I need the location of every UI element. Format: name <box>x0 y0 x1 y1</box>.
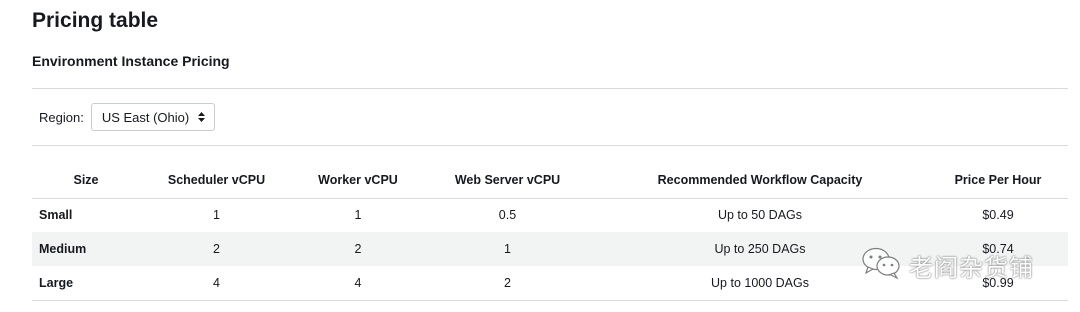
web-server-vcpu-cell: 0.5 <box>498 208 517 223</box>
worker-vcpu-cell: 1 <box>354 208 362 223</box>
worker-vcpu-cell: 2 <box>293 232 423 266</box>
page-title: Pricing table <box>32 9 159 32</box>
scheduler-vcpu-cell: 4 <box>140 266 293 301</box>
column-header-workflow-capacity: Recommended Workflow Capacity <box>592 162 928 199</box>
web-server-vcpu-cell: 2 <box>423 266 592 301</box>
workflow-capacity-cell: Up to 50 DAGs <box>717 208 803 223</box>
scheduler-vcpu-cell: 1 <box>213 208 220 223</box>
wechat-icon <box>861 246 903 285</box>
region-filter: Region: US East (Ohio) <box>39 103 216 131</box>
watermark-text: 老阎杂货铺 <box>909 255 1034 282</box>
watermark: 老阎杂货铺 <box>861 246 1034 285</box>
size-cell: Large <box>32 266 140 301</box>
column-header-worker-vcpu: Worker vCPU <box>293 162 423 199</box>
size-cell: Small <box>39 208 73 223</box>
table-header-row: Size Scheduler vCPU Worker vCPU Web Serv… <box>32 162 1068 199</box>
region-label: Region: <box>39 109 84 125</box>
column-header-size: Size <box>32 162 140 199</box>
region-select-value: US East (Ohio) <box>101 109 190 125</box>
section-title: Environment Instance Pricing <box>32 53 230 69</box>
divider-middle <box>32 145 1068 146</box>
column-header-price-per-hour: Price Per Hour <box>928 162 1068 199</box>
column-header-scheduler-vcpu: Scheduler vCPU <box>140 162 293 199</box>
scheduler-vcpu-cell: 2 <box>140 232 293 266</box>
size-cell: Medium <box>32 232 140 266</box>
worker-vcpu-cell: 4 <box>293 266 423 301</box>
price-cell: $0.49 <box>982 208 1014 223</box>
column-header-web-server-vcpu: Web Server vCPU <box>423 162 592 199</box>
sort-caret-icon <box>198 112 206 122</box>
table-row: Small 1 1 0.5 Up to 50 DAGs $0.49 <box>32 198 1068 232</box>
divider-top <box>32 88 1068 89</box>
web-server-vcpu-cell: 1 <box>423 232 592 266</box>
region-select[interactable]: US East (Ohio) <box>90 103 216 131</box>
